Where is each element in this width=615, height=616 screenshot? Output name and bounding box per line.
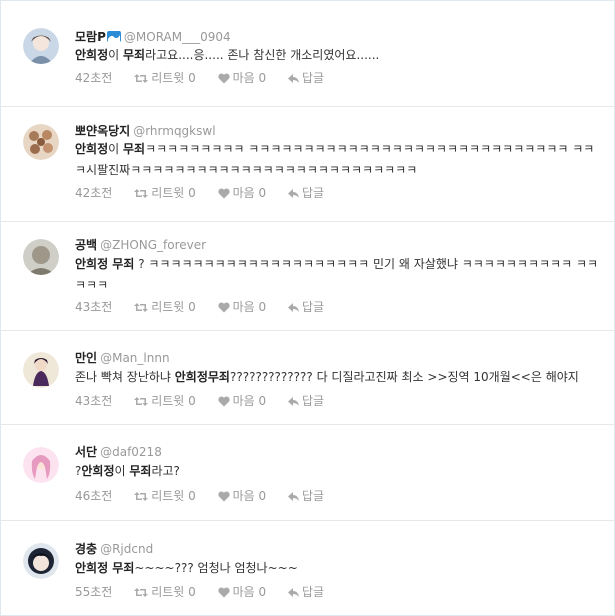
text-bold: 안희정 [81,464,115,478]
timestamp[interactable]: 46초전 [75,489,112,503]
reply-button[interactable]: 답글 [287,300,324,314]
retweet-icon [134,397,149,406]
heart-icon [217,188,230,199]
user-handle[interactable]: @ZHONG_forever [100,238,206,252]
tweet-item: 만인 @Man_lnnn 존나 빡쳐 장난하냐 안희정무죄????????????… [1,331,614,425]
timestamp[interactable]: 55초전 [75,585,112,599]
retweet-button[interactable]: 리트윗 0 [134,300,196,314]
text-bold: 무죄 [122,48,146,62]
text-bold: 안희정 [75,48,109,62]
user-handle[interactable]: @rhrmqgkswl [133,124,215,138]
like-button[interactable]: 마음 0 [217,585,266,599]
text-normal: 라고요....응..... 존나 참신한 개소리였어요...... [145,48,380,62]
timestamp[interactable]: 43초전 [75,394,112,408]
tweet-text: 안희정이 무죄라고요....응..... 존나 참신한 개소리였어요...... [75,45,605,66]
like-button[interactable]: 마음 0 [217,71,266,85]
avatar[interactable] [23,124,59,160]
text-bold: 무죄 [129,464,152,478]
avatar[interactable] [23,543,59,579]
text-normal: ? ㅋㅋㅋㅋㅋㅋㅋㅋㅋㅋㅋㅋㅋㅋㅋㅋㅋㅋㅋㅋ 민기 왜 자살했냐 ㅋㅋㅋㅋㅋㅋㅋ… [75,257,599,292]
retweet-button[interactable]: 리트윗 0 [134,394,196,408]
text-bold: 안희정 무죄 [75,561,135,575]
reply-button[interactable]: 답글 [287,71,324,85]
reply-icon [287,397,299,406]
reply-icon [287,492,299,501]
tweet-text: 안희정이 무죄ㅋㅋㅋㅋㅋㅋㅋㅋㅋ ㅋㅋㅋㅋㅋㅋㅋㅋㅋㅋㅋㅋㅋㅋㅋㅋㅋㅋㅋㅋㅋㅋㅋ… [75,139,605,181]
user-handle[interactable]: @daf0218 [100,445,162,459]
timestamp[interactable]: 42초전 [75,71,112,85]
text-normal: ㅋㅋㅋㅋㅋㅋㅋㅋㅋ ㅋㅋㅋㅋㅋㅋㅋㅋㅋㅋㅋㅋㅋㅋㅋㅋㅋㅋㅋㅋㅋㅋㅋㅋㅋㅋㅋㅋㅋ … [75,142,595,177]
like-button[interactable]: 마음 0 [217,300,266,314]
tweet-text: ?안희정이 무죄라고? [75,461,605,482]
reply-button[interactable]: 답글 [287,489,324,503]
avatar[interactable] [23,28,59,64]
user-handle[interactable]: @Rjdcnd [100,542,153,556]
heart-icon [217,396,230,407]
user-name[interactable]: 모람P [75,30,106,44]
retweet-icon [134,74,149,83]
tweet-feed: 모람P @MORAM___0904 안희정이 무죄라고요....응..... 존나… [0,0,615,616]
reply-button[interactable]: 답글 [287,394,324,408]
avatar[interactable] [23,239,59,275]
user-name[interactable]: 공백 [75,238,97,252]
retweet-button[interactable]: 리트윗 0 [134,585,196,599]
reply-icon [287,74,299,83]
text-bold: 안희정 무죄 [75,257,135,271]
wave-icon [106,30,121,44]
avatar[interactable] [23,447,59,483]
retweet-icon [134,189,149,198]
retweet-icon [134,588,149,597]
user-handle[interactable]: @MORAM___0904 [124,30,231,44]
retweet-icon [134,492,149,501]
timestamp[interactable]: 42초전 [75,186,112,200]
text-normal: 라고? [151,464,180,478]
tweet-item: 모람P @MORAM___0904 안희정이 무죄라고요....응..... 존나… [1,1,614,107]
heart-icon [217,73,230,84]
text-bold: 무죄 [122,142,146,156]
user-name[interactable]: 만인 [75,351,97,365]
text-normal: 이 [114,464,130,478]
text-normal: 이 [108,142,123,156]
text-normal: ????????????? 다 디질라고진짜 최소 >>징역 10개월<<은 해… [229,370,579,384]
text-normal: ~~~~??? 엄청나 엄청나~~~ [134,561,298,575]
tweet-item: 뽀얀옥당지 @rhrmqgkswl 안희정이 무죄ㅋㅋㅋㅋㅋㅋㅋㅋㅋ ㅋㅋㅋㅋㅋㅋ… [1,107,614,222]
tweet-item: 경충 @Rjdcnd 안희정 무죄~~~~??? 엄청나 엄청나~~~ 55초전 … [1,521,614,615]
heart-icon [217,302,230,313]
reply-button[interactable]: 답글 [287,585,324,599]
retweet-button[interactable]: 리트윗 0 [134,186,196,200]
like-button[interactable]: 마음 0 [217,186,266,200]
like-button[interactable]: 마음 0 [217,394,266,408]
tweet-text: 안희정 무죄~~~~??? 엄청나 엄청나~~~ [75,558,605,579]
retweet-icon [134,303,149,312]
heart-icon [217,491,230,502]
user-name[interactable]: 서단 [75,445,97,459]
reply-icon [287,189,299,198]
reply-icon [287,588,299,597]
timestamp[interactable]: 43초전 [75,300,112,314]
heart-icon [217,587,230,598]
tweet-item: 서단 @daf0218 ?안희정이 무죄라고? 46초전 리트윗 0 마음 0 답… [1,425,614,521]
avatar[interactable] [23,352,59,388]
user-handle[interactable]: @Man_lnnn [100,351,169,365]
reply-button[interactable]: 답글 [287,186,324,200]
user-name[interactable]: 경충 [75,542,97,556]
text-bold: 안희정무죄 [174,370,230,384]
text-normal: 이 [108,48,123,62]
tweet-item: 공백 @ZHONG_forever 안희정 무죄 ? ㅋㅋㅋㅋㅋㅋㅋㅋㅋㅋㅋㅋㅋㅋ… [1,222,614,331]
text-normal: 존나 빡쳐 장난하냐 [75,370,175,384]
user-name[interactable]: 뽀얀옥당지 [75,124,130,138]
reply-icon [287,303,299,312]
tweet-text: 존나 빡쳐 장난하냐 안희정무죄????????????? 다 디질라고진짜 최… [75,367,605,388]
like-button[interactable]: 마음 0 [217,489,266,503]
text-bold: 안희정 [75,142,109,156]
retweet-button[interactable]: 리트윗 0 [134,71,196,85]
tweet-text: 안희정 무죄 ? ㅋㅋㅋㅋㅋㅋㅋㅋㅋㅋㅋㅋㅋㅋㅋㅋㅋㅋㅋㅋ 민기 왜 자살했냐 … [75,254,605,296]
retweet-button[interactable]: 리트윗 0 [134,489,196,503]
